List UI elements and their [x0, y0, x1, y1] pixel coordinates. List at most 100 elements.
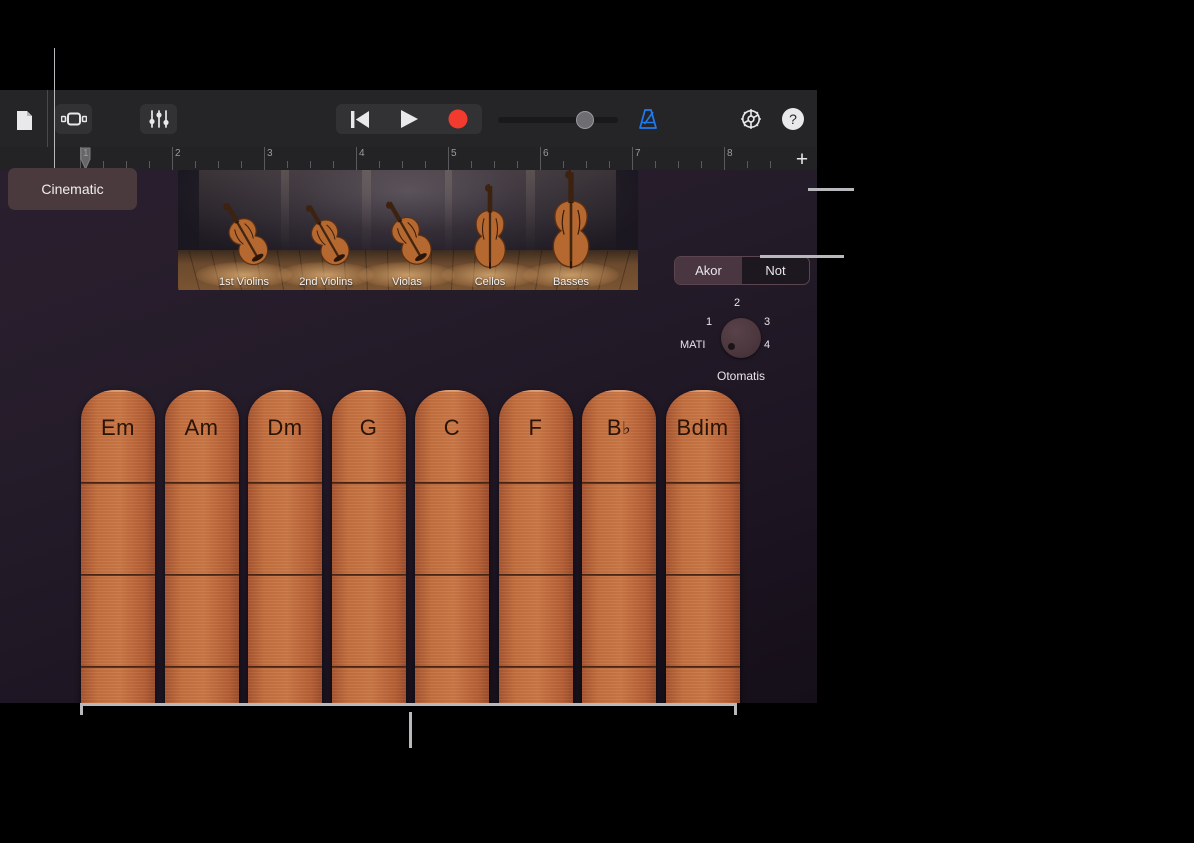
strip-highlight [582, 390, 656, 392]
strip-segment-divider[interactable] [499, 666, 573, 668]
help-button[interactable]: ? [780, 106, 806, 132]
strip-segment-divider[interactable] [81, 666, 155, 668]
stage-instrument[interactable] [547, 170, 595, 275]
stage-instrument[interactable] [385, 196, 429, 275]
strip-segment-divider[interactable] [415, 666, 489, 668]
chord-note-switch[interactable]: Akor Not [674, 256, 810, 285]
autoplay-knob[interactable] [721, 318, 761, 358]
callout-leader-knob [760, 255, 844, 258]
document-button[interactable] [8, 106, 40, 134]
ruler-sub-tick [563, 161, 564, 168]
ruler-sub-tick [310, 161, 311, 168]
chord-label: Am [165, 415, 239, 441]
mixer-button[interactable] [140, 104, 177, 134]
callout-patch-label: Cinematic [41, 181, 103, 197]
chord-strip[interactable]: F [499, 390, 573, 703]
play-icon [401, 110, 418, 128]
segment-not[interactable]: Not [742, 257, 809, 284]
view-toggle-button[interactable] [55, 104, 92, 134]
strip-segment-divider[interactable] [165, 482, 239, 484]
stage-instrument[interactable] [470, 184, 510, 275]
strip-segment-divider[interactable] [165, 574, 239, 576]
strip-segment-divider[interactable] [582, 482, 656, 484]
strip-segment-divider[interactable] [248, 574, 322, 576]
strip-highlight [499, 390, 573, 392]
ruler-sub-tick [126, 161, 127, 168]
knob-pos-2[interactable]: 2 [734, 297, 740, 309]
strip-segment-divider[interactable] [666, 666, 740, 668]
stage-instrument-label: Basses [516, 276, 626, 288]
strip-segment-divider[interactable] [666, 482, 740, 484]
chord-label: Dm [248, 415, 322, 441]
ruler-sub-tick [494, 161, 495, 168]
ruler-sub-tick [195, 161, 196, 168]
record-button[interactable] [433, 104, 482, 134]
chord-label: B♭ [582, 415, 656, 441]
ruler-sub-tick [149, 161, 150, 168]
knob-pos-3[interactable]: 3 [764, 316, 770, 328]
rewind-button[interactable] [336, 104, 385, 134]
strip-highlight [666, 390, 740, 392]
add-section-button[interactable]: + [791, 148, 813, 170]
stage-instrument[interactable] [222, 198, 266, 275]
strip-segment-divider[interactable] [81, 574, 155, 576]
knob-pos-off[interactable]: MATI [680, 339, 705, 351]
chord-strip[interactable]: Bdim [666, 390, 740, 703]
strip-highlight [332, 390, 406, 392]
volume-slider-handle[interactable] [576, 111, 594, 129]
callout-bracket-stem [409, 712, 412, 748]
strip-segment-divider[interactable] [332, 574, 406, 576]
ruler-sub-tick [701, 161, 702, 168]
ruler-sub-tick [218, 161, 219, 168]
instrument-main-area: 1st Violins 2nd Violins Viol [0, 170, 817, 703]
transport-controls [336, 104, 482, 134]
play-button[interactable] [385, 104, 434, 134]
ruler-bar-number: 6 [540, 148, 549, 159]
strip-segment-divider[interactable] [248, 482, 322, 484]
callout-leader-patch [54, 48, 55, 174]
strip-segment-divider[interactable] [582, 666, 656, 668]
strip-segment-divider[interactable] [499, 482, 573, 484]
strip-segment-divider[interactable] [81, 482, 155, 484]
autoplay-knob-caption: Otomatis [668, 369, 814, 383]
strip-segment-divider[interactable] [499, 574, 573, 576]
strip-segment-divider[interactable] [248, 666, 322, 668]
record-icon [448, 109, 468, 129]
chord-label: C [415, 415, 489, 441]
strip-segment-divider[interactable] [582, 574, 656, 576]
strip-segment-divider[interactable] [332, 666, 406, 668]
chord-strip[interactable]: Am [165, 390, 239, 703]
volume-slider[interactable] [498, 117, 618, 123]
chord-strip[interactable]: G [332, 390, 406, 703]
strip-segment-divider[interactable] [415, 574, 489, 576]
chord-strip[interactable]: Em [81, 390, 155, 703]
strip-segment-divider[interactable] [165, 666, 239, 668]
ruler-bar-number: 4 [356, 148, 365, 159]
knob-indicator-dot [728, 343, 735, 350]
ruler-sub-tick [678, 161, 679, 168]
chord-strip[interactable]: C [415, 390, 489, 703]
autoplay-knob-group[interactable]: 2 1 3 MATI 4 Otomatis [668, 295, 814, 385]
strip-segment-divider[interactable] [666, 574, 740, 576]
metronome-icon [637, 108, 659, 130]
metronome-button[interactable] [634, 104, 662, 134]
strip-segment-divider[interactable] [415, 482, 489, 484]
playhead[interactable] [80, 147, 92, 170]
stage-instrument[interactable] [305, 200, 347, 275]
chord-strip[interactable]: B♭ [582, 390, 656, 703]
knob-pos-1[interactable]: 1 [706, 316, 712, 328]
chord-strip[interactable]: Dm [248, 390, 322, 703]
knob-pos-4[interactable]: 4 [764, 339, 770, 351]
toolbar-divider [47, 90, 48, 147]
orchestra-stage[interactable]: 1st Violins 2nd Violins Viol [178, 170, 638, 290]
segment-akor[interactable]: Akor [675, 257, 742, 284]
settings-button[interactable] [737, 105, 765, 133]
navigation-view-icon [61, 112, 87, 126]
chord-label: Bdim [666, 415, 740, 441]
double-bass-icon [547, 170, 595, 270]
callout-leader-switch [808, 188, 854, 191]
timeline-ruler[interactable]: 12345678 + [0, 147, 817, 170]
mixer-sliders-icon [149, 110, 169, 128]
ruler-bar-number: 7 [632, 148, 641, 159]
strip-segment-divider[interactable] [332, 482, 406, 484]
